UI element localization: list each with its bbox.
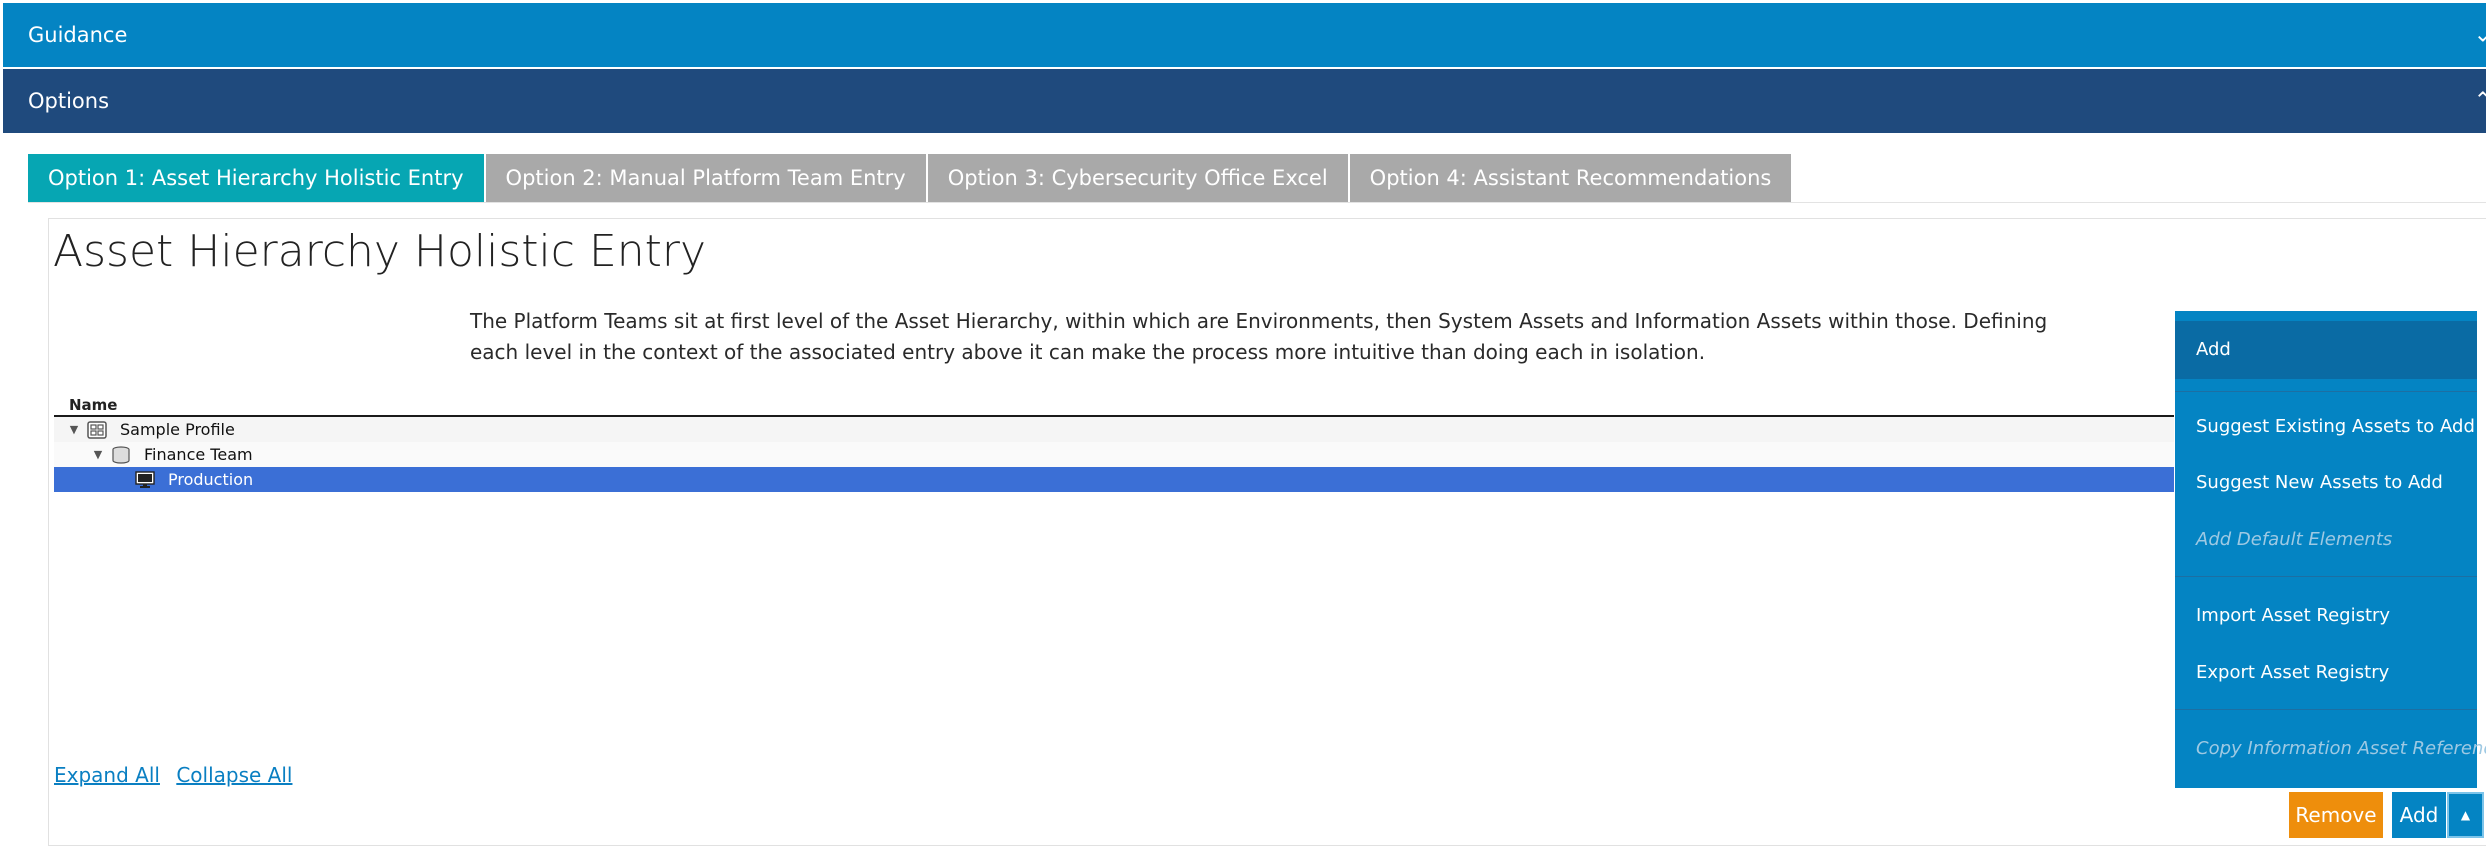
guidance-section-header[interactable]: Guidance ⌄ [3,3,2486,67]
menu-item-add-default-elements: Add Default Elements [2196,529,2393,550]
page-title: Asset Hierarchy Holistic Entry [53,226,707,277]
guidance-title: Guidance [28,23,128,47]
option-tabs: Option 1: Asset Hierarchy Holistic Entry… [28,154,1793,202]
add-dropdown-menu: Add Suggest Existing Assets to Add Sugge… [2175,311,2486,788]
expand-all-link[interactable]: Expand All [54,763,160,787]
options-title: Options [28,89,110,113]
tab-option-1[interactable]: Option 1: Asset Hierarchy Holistic Entry [28,154,484,202]
menu-item-export-asset-registry[interactable]: Export Asset Registry [2196,662,2389,683]
chevron-down-icon: ⌄ [2473,22,2486,48]
menu-separator [2175,576,2477,577]
menu-item-suggest-existing-assets[interactable]: Suggest Existing Assets to Add [2196,416,2475,437]
tree-row-production[interactable]: Production [54,467,2174,492]
add-button[interactable]: Add [2392,792,2446,838]
tree-row-label: Production [168,470,254,489]
tree-row-sample-profile[interactable]: ▼ Sample Profile [54,417,2174,442]
monitor-icon [134,470,156,489]
tree-row-finance-team[interactable]: ▼ Finance Team [54,442,2174,467]
menu-item-copy-information-asset-references: Copy Information Asset References [2196,738,2486,759]
tab-option-4[interactable]: Option 4: Assistant Recommendations [1349,154,1792,202]
expand-triangle-icon[interactable]: ▼ [90,448,106,461]
chevron-up-icon: ⌃ [2473,88,2486,114]
expand-triangle-icon[interactable]: ▼ [66,423,82,436]
tree-links: Expand All Collapse All [54,763,302,787]
menu-item-import-asset-registry[interactable]: Import Asset Registry [2196,605,2390,626]
database-stack-icon [110,445,132,464]
options-section-header[interactable]: Options ⌃ [3,69,2486,133]
tree-row-label: Finance Team [144,445,253,464]
menu-item-suggest-new-assets[interactable]: Suggest New Assets to Add [2196,472,2443,493]
tree-row-label: Sample Profile [120,420,235,439]
page-description: The Platform Teams sit at first level of… [470,309,2048,364]
add-dropdown-toggle[interactable]: ▲ [2447,792,2484,838]
menu-item-add-label[interactable]: Add [2196,339,2231,360]
asset-hierarchy-tree: Name ▼ Sample Profile ▼ Finance Team Pro… [54,396,2174,492]
tab-option-3[interactable]: Option 3: Cybersecurity Office Excel [927,154,1348,202]
tabs-divider [28,202,2486,203]
profile-icon [86,420,108,439]
column-header-name[interactable]: Name [54,396,2174,417]
remove-button[interactable]: Remove [2289,792,2383,838]
collapse-all-link[interactable]: Collapse All [176,763,292,787]
caret-up-icon: ▲ [2460,808,2471,822]
menu-separator [2175,391,2477,392]
tab-option-2[interactable]: Option 2: Manual Platform Team Entry [485,154,926,202]
menu-separator [2175,709,2477,710]
